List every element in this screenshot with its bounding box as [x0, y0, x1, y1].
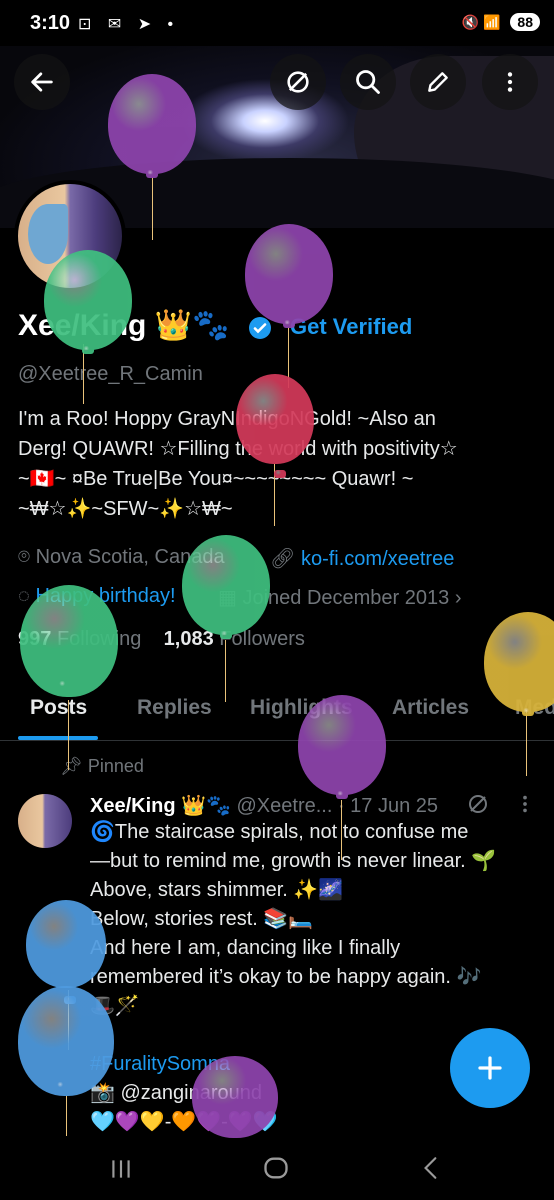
tab-articles[interactable]: Articles: [392, 696, 469, 720]
grok-icon: [287, 71, 309, 93]
balloon: [245, 224, 333, 328]
bio-line: ~₩☆✨~SFW~✨☆₩~: [18, 498, 233, 520]
grok-button[interactable]: [270, 54, 326, 110]
tab-posts[interactable]: Posts: [30, 696, 87, 720]
balloon: [298, 695, 386, 799]
back-button[interactable]: [14, 54, 70, 110]
verified-badge-icon: [249, 317, 271, 339]
signal-icons: 🔇 📶: [461, 14, 501, 30]
pencil-icon: [428, 72, 448, 92]
balloon: [20, 585, 118, 697]
joined-text: Joined December 2013: [242, 587, 450, 609]
post-hearts: 🩵💜💛-🧡💜-💜🩵: [90, 1111, 278, 1133]
active-tab-indicator: [18, 736, 98, 740]
recent-apps-icon[interactable]: [108, 1156, 134, 1182]
system-navigation-bar: [0, 1138, 554, 1200]
tab-replies[interactable]: Replies: [137, 696, 212, 720]
pinned-label: 📌︎ Pinned: [60, 756, 144, 777]
followers-count: 1,083: [163, 628, 214, 650]
balloon-string: [526, 710, 527, 776]
post-author[interactable]: Xee/King 👑🐾: [90, 795, 231, 817]
balloon: [182, 535, 270, 639]
plus-icon: [478, 1056, 502, 1080]
balloon-string: [68, 700, 69, 770]
balloon: [18, 986, 114, 1096]
balloon: [108, 74, 196, 178]
avatar-character: [28, 204, 68, 264]
notification-icons: ⊡ ✉ ➤ •: [78, 16, 180, 33]
more-button[interactable]: [482, 54, 538, 110]
status-bar: 3:10 ⊡ ✉ ➤ • 🔇 📶 88: [0, 0, 554, 46]
pinned-text: Pinned: [87, 756, 144, 776]
balloon: [26, 900, 106, 1004]
pin-icon: 📌︎: [60, 756, 88, 776]
chevron-right-icon: ›: [454, 587, 462, 609]
post-line: —but to remind me, growth is never linea…: [90, 850, 497, 872]
status-time: 3:10: [30, 12, 71, 34]
website-link[interactable]: ko-fi.com/xeetree: [301, 548, 454, 570]
profile-tabs: Posts Replies Highlights Articles Media: [0, 690, 554, 741]
balloon-string: [152, 178, 153, 240]
arrow-left-icon: [31, 72, 53, 92]
search-icon: [356, 70, 380, 94]
search-button[interactable]: [340, 54, 396, 110]
grok-icon[interactable]: [466, 792, 490, 816]
post-date: · 17 Jun 25: [337, 795, 439, 817]
profile-handle: @Xeetree_R_Camin: [18, 363, 203, 385]
edit-button[interactable]: [410, 54, 466, 110]
link-icon: 🔗︎: [270, 548, 301, 570]
balloon-string: [225, 640, 226, 702]
post-more-icon[interactable]: [514, 792, 536, 816]
post-line: Below, stories rest. 📚🛏️: [90, 908, 314, 930]
bio-line: ~🇨🇦~ ¤Be True|Be You¤~~~~~~~~ Quawr! ~: [18, 468, 414, 490]
back-nav-icon[interactable]: [418, 1154, 444, 1182]
balloon: [44, 250, 132, 354]
post-line: And here I am, dancing like I finally: [90, 937, 401, 959]
balloon-string: [341, 800, 342, 860]
balloon: [236, 374, 314, 478]
battery-icon: 88: [510, 13, 540, 31]
post-line: 🎩🪄: [90, 995, 140, 1017]
more-vertical-icon: [507, 72, 513, 92]
website-row[interactable]: 🔗︎ ko-fi.com/xeetree: [270, 546, 454, 571]
post-avatar[interactable]: [18, 794, 72, 848]
system-icons: 🔇 📶 88: [462, 13, 540, 31]
balloon: [192, 1056, 278, 1160]
post-header: Xee/King 👑🐾 @Xeetre... · 17 Jun 25: [90, 793, 438, 818]
post-handle: @Xeetre...: [236, 795, 333, 817]
post-line: Above, stars shimmer. ✨🌌: [90, 879, 344, 901]
post-line: 🌀The staircase spirals, not to confuse m…: [90, 821, 469, 843]
compose-button[interactable]: [450, 1028, 530, 1108]
location-pin-icon: ⌾: [18, 546, 36, 568]
post-line: remembered it’s okay to be happy again. …: [90, 966, 482, 988]
balloon-string: [66, 1096, 67, 1136]
home-icon[interactable]: [262, 1154, 290, 1182]
